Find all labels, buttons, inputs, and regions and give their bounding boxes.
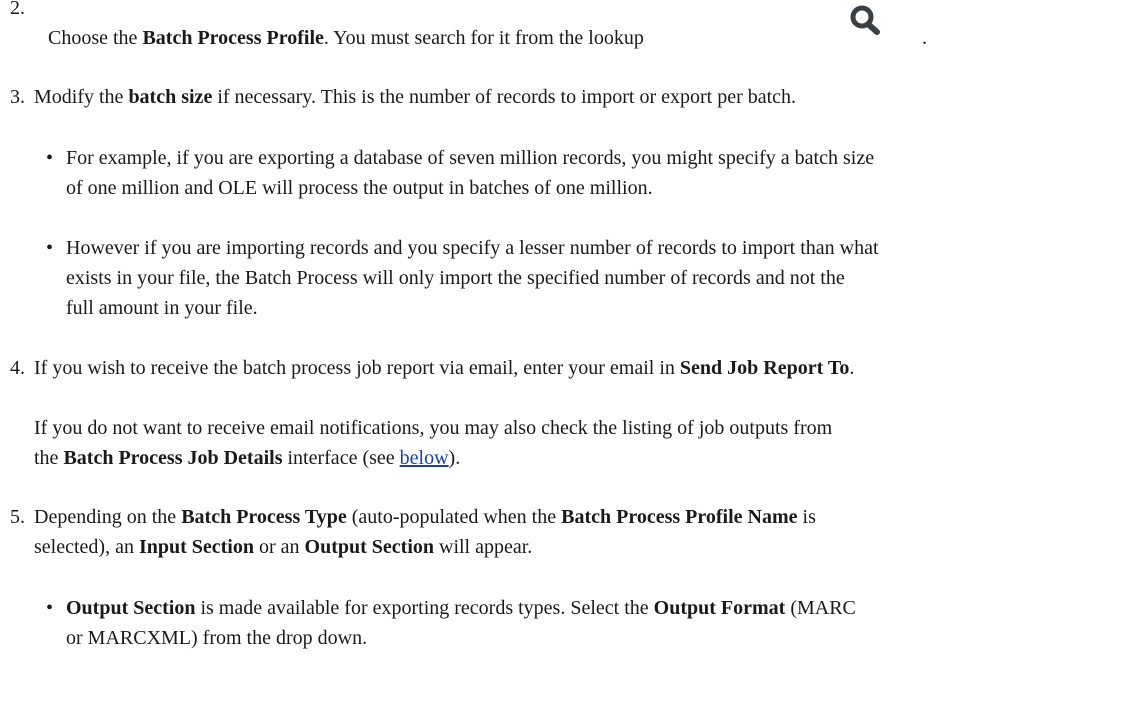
bold-term: Batch Process Profile Name <box>561 506 798 528</box>
bold-term: Input Section <box>138 536 254 558</box>
bullet-line: For example, if you are exporting a data… <box>66 147 875 169</box>
step-4-note-line-1: If you do not want to receive email noti… <box>34 417 833 439</box>
step-5-number: 5. <box>10 506 25 528</box>
bullet-dot: • <box>46 147 54 169</box>
bullet-line: full amount in your file. <box>66 297 258 319</box>
bullet-line: Output Section is made available for exp… <box>66 597 856 619</box>
step-4-note-line-2: the Batch Process Job Details interface … <box>34 447 461 469</box>
bullet-line: However if you are importing records and… <box>66 237 879 259</box>
bold-term: batch size <box>128 86 213 108</box>
step-2-number: 2. <box>10 0 25 19</box>
bullet-dot: • <box>46 237 54 259</box>
step-5-text-line-2: selected), an Input Section or an Output… <box>34 536 533 558</box>
bold-term: Output Format <box>653 597 786 619</box>
magnifier-icon[interactable] <box>847 4 885 36</box>
step-4-number: 4. <box>10 357 25 379</box>
bold-term: Batch Process Job Details <box>63 447 283 469</box>
step-5-text-line-1: Depending on the Batch Process Type (aut… <box>34 506 816 528</box>
step-2-period: . <box>922 27 927 49</box>
step-4-text: If you wish to receive the batch process… <box>34 357 855 379</box>
bold-term: Output Section <box>304 536 434 558</box>
document-page: 2. Choose the Batch Process Profile. You… <box>0 0 1134 713</box>
bullet-dot: • <box>46 597 54 619</box>
step-2-text: Choose the Batch Process Profile. You mu… <box>48 27 644 49</box>
step-3-text: Modify the batch size if necessary. This… <box>34 86 797 108</box>
bold-term: Batch Process Profile <box>142 27 324 49</box>
bold-term: Send Job Report To <box>679 357 850 379</box>
below-link[interactable]: below <box>400 447 449 469</box>
step-3-number: 3. <box>10 86 25 108</box>
bullet-line: exists in your file, the Batch Process w… <box>66 267 845 289</box>
bullet-line: or MARCXML) from the drop down. <box>66 627 368 649</box>
bullet-line: of one million and OLE will process the … <box>66 177 653 199</box>
bold-term: Batch Process Type <box>181 506 347 528</box>
bold-term: Output Section <box>66 597 196 619</box>
